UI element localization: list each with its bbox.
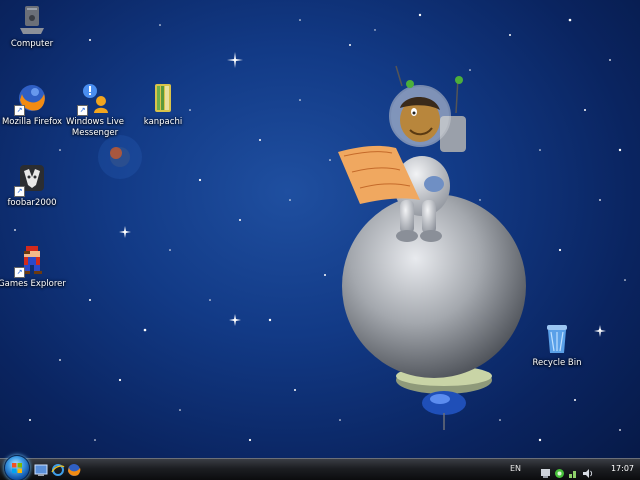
clock[interactable]: 17:07 xyxy=(611,464,634,473)
desktop-icon-foobar2000[interactable]: ↗ foobar2000 xyxy=(0,163,67,209)
start-button[interactable] xyxy=(4,455,30,480)
recycle-bin-icon xyxy=(541,323,573,355)
astronaut-planet-wallpaper-art xyxy=(338,65,526,430)
desktop-icon-computer[interactable]: Computer xyxy=(0,4,67,50)
desktop: Computer ↗ Mozilla Firefox ↗ Windows Liv… xyxy=(0,0,640,480)
system-tray: EN 17:07 xyxy=(510,459,640,480)
firefox-icon: ↗ xyxy=(14,82,48,116)
network-tray-icon[interactable] xyxy=(568,464,579,478)
internet-explorer-icon[interactable] xyxy=(51,462,65,476)
games-explorer-icon: ↗ xyxy=(14,244,48,278)
desktop-icon-label: Games Explorer xyxy=(0,279,66,289)
folder-icon xyxy=(147,82,179,114)
taskbar: EN 17:07 xyxy=(0,455,640,480)
starfield-background xyxy=(14,13,626,442)
foobar2000-icon: ↗ xyxy=(14,163,48,197)
shortcut-arrow-icon: ↗ xyxy=(14,105,25,116)
firefox-icon[interactable] xyxy=(67,462,81,476)
language-indicator[interactable]: EN xyxy=(510,464,521,473)
desktop-icon-label: foobar2000 xyxy=(7,198,57,208)
desktop-icon-kanpachi[interactable]: kanpachi xyxy=(128,82,198,128)
display-tray-icon[interactable] xyxy=(540,464,551,478)
show-desktop-icon[interactable] xyxy=(34,462,48,476)
desktop-icon-windows-live-messenger[interactable]: ↗ Windows Live Messenger xyxy=(60,82,130,139)
desktop-icon-games-explorer[interactable]: ↗ Games Explorer xyxy=(0,244,67,290)
shortcut-arrow-icon: ↗ xyxy=(77,105,88,116)
desktop-icon-label: Mozilla Firefox xyxy=(1,117,63,127)
desktop-icon-mozilla-firefox[interactable]: ↗ Mozilla Firefox xyxy=(0,82,67,128)
messenger-status-tray-icon[interactable] xyxy=(554,464,565,478)
volume-tray-icon[interactable] xyxy=(582,464,593,478)
shortcut-arrow-icon: ↗ xyxy=(14,186,25,197)
shortcut-arrow-icon: ↗ xyxy=(14,267,25,278)
computer-icon xyxy=(16,4,48,36)
desktop-icon-recycle-bin[interactable]: Recycle Bin xyxy=(522,323,592,369)
desktop-icon-label: kanpachi xyxy=(143,117,183,127)
windows-logo-icon xyxy=(12,463,22,473)
windows-live-messenger-icon: ↗ xyxy=(77,82,111,116)
desktop-icon-label: Windows Live Messenger xyxy=(65,117,124,138)
desktop-icon-label: Computer xyxy=(10,39,54,49)
desktop-icon-label: Recycle Bin xyxy=(532,358,582,368)
